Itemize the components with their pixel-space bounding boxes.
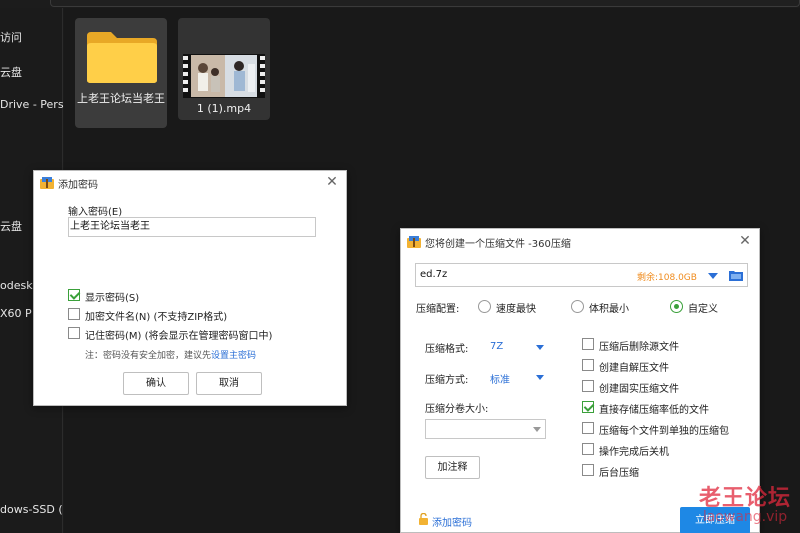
show-password-label[interactable]: 显示密码(S) bbox=[85, 289, 139, 304]
lock-icon bbox=[419, 513, 428, 525]
dialog-titlebar: 您将创建一个压缩文件 -360压缩 bbox=[401, 229, 759, 255]
preset-fastest-label[interactable]: 速度最快 bbox=[496, 300, 536, 315]
encrypt-filenames-label[interactable]: 加密文件名(N) (不支持ZIP格式) bbox=[85, 308, 227, 323]
address-bar-area bbox=[0, 0, 800, 8]
format-label: 压缩格式: bbox=[425, 344, 469, 355]
nav-item[interactable]: dows-SSD ( bbox=[0, 503, 63, 516]
add-password-dialog: 添加密码 ✕ 输入密码(E) 上老王论坛当老王 显示密码(S) 加密文件名(N)… bbox=[33, 170, 347, 406]
file-name: 上老王论坛当老王 bbox=[77, 92, 165, 105]
archive-app-icon bbox=[407, 236, 421, 248]
option-delete-source-checkbox[interactable] bbox=[582, 338, 594, 350]
option-sfx-checkbox[interactable] bbox=[582, 359, 594, 371]
file-tile-video[interactable]: 1 (1).mp4 bbox=[178, 18, 270, 120]
dialog-title: 您将创建一个压缩文件 -360压缩 bbox=[425, 238, 571, 250]
preset-smallest-label[interactable]: 体积最小 bbox=[589, 300, 629, 315]
option-store-low-ratio-label[interactable]: 直接存储压缩率低的文件 bbox=[599, 401, 709, 416]
password-input[interactable]: 上老王论坛当老王 bbox=[68, 217, 316, 237]
address-bar[interactable] bbox=[50, 0, 800, 7]
watermark-url: laowang.vip bbox=[702, 509, 788, 525]
dialog-title: 添加密码 bbox=[58, 179, 98, 191]
video-thumbnail bbox=[183, 54, 265, 98]
nav-item[interactable]: 云盘 bbox=[0, 64, 22, 80]
free-space-text: 剩余:108.0GB bbox=[637, 273, 697, 283]
preset-custom-label[interactable]: 自定义 bbox=[688, 300, 718, 315]
volume-size-combobox[interactable] bbox=[425, 419, 546, 439]
remember-password-checkbox[interactable] bbox=[68, 327, 80, 339]
option-separate-archives-label[interactable]: 压缩每个文件到单独的压缩包 bbox=[599, 422, 729, 437]
password-input-label: 输入密码(E) bbox=[68, 207, 123, 218]
option-solid-label[interactable]: 创建固实压缩文件 bbox=[599, 380, 679, 395]
option-store-low-ratio-checkbox[interactable] bbox=[582, 401, 594, 413]
set-master-password-link[interactable]: 设置主密码 bbox=[211, 351, 256, 361]
option-background-label[interactable]: 后台压缩 bbox=[599, 464, 639, 479]
method-select-value[interactable]: 标准 bbox=[490, 371, 510, 386]
folder-icon bbox=[87, 32, 157, 83]
chevron-down-icon[interactable] bbox=[708, 273, 718, 279]
watermark-title: 老王论坛 bbox=[698, 486, 791, 511]
close-icon[interactable]: ✕ bbox=[737, 233, 753, 249]
config-label: 压缩配置: bbox=[416, 304, 460, 315]
method-label: 压缩方式: bbox=[425, 375, 469, 386]
nav-item[interactable]: 访问 bbox=[0, 29, 22, 45]
cancel-button[interactable]: 取消 bbox=[196, 372, 262, 395]
archive-app-icon bbox=[40, 177, 54, 189]
show-password-checkbox[interactable] bbox=[68, 289, 80, 301]
encrypt-filenames-checkbox[interactable] bbox=[68, 308, 80, 320]
preset-smallest-radio[interactable] bbox=[571, 300, 584, 313]
add-comment-button[interactable]: 加注释 bbox=[425, 456, 480, 479]
method-dropdown-icon[interactable] bbox=[536, 375, 544, 380]
option-delete-source-label[interactable]: 压缩后删除源文件 bbox=[599, 338, 679, 353]
remember-password-label[interactable]: 记住密码(M) (将会显示在管理密码窗口中) bbox=[85, 327, 272, 342]
format-select-value[interactable]: 7Z bbox=[490, 341, 503, 352]
confirm-button[interactable]: 确认 bbox=[123, 372, 189, 395]
add-password-link[interactable]: 添加密码 bbox=[432, 514, 472, 529]
preset-fastest-radio[interactable] bbox=[478, 300, 491, 313]
file-tile-folder[interactable]: 上老王论坛当老王 bbox=[75, 18, 167, 128]
nav-item[interactable]: odesk bbox=[0, 279, 33, 292]
option-background-checkbox[interactable] bbox=[582, 464, 594, 476]
folder-browse-icon[interactable] bbox=[729, 269, 743, 281]
preset-custom-radio[interactable] bbox=[670, 300, 683, 313]
option-shutdown-checkbox[interactable] bbox=[582, 443, 594, 455]
security-note: 注：密码没有安全加密，建议先设置主密码 bbox=[85, 348, 256, 361]
output-path-field[interactable]: ed.7z 剩余:108.0GB bbox=[415, 263, 748, 287]
chevron-down-icon[interactable] bbox=[533, 427, 541, 432]
close-icon[interactable]: ✕ bbox=[324, 174, 340, 190]
option-solid-checkbox[interactable] bbox=[582, 380, 594, 392]
watermark: 老王论坛 laowang.vip bbox=[690, 480, 800, 533]
option-shutdown-label[interactable]: 操作完成后关机 bbox=[599, 443, 669, 458]
format-dropdown-icon[interactable] bbox=[536, 345, 544, 350]
volume-size-label: 压缩分卷大小: bbox=[425, 404, 489, 415]
dialog-titlebar: 添加密码 bbox=[34, 171, 346, 195]
option-separate-archives-checkbox[interactable] bbox=[582, 422, 594, 434]
nav-item[interactable]: Drive - Person bbox=[0, 98, 64, 111]
file-name: 1 (1).mp4 bbox=[196, 102, 252, 115]
nav-item[interactable]: X60 P bbox=[0, 307, 32, 320]
security-note-text: 注：密码没有安全加密，建议先 bbox=[85, 351, 212, 361]
option-sfx-label[interactable]: 创建自解压文件 bbox=[599, 359, 669, 374]
output-path-value: ed.7z bbox=[420, 269, 448, 280]
nav-item[interactable]: 云盘 bbox=[0, 218, 22, 234]
